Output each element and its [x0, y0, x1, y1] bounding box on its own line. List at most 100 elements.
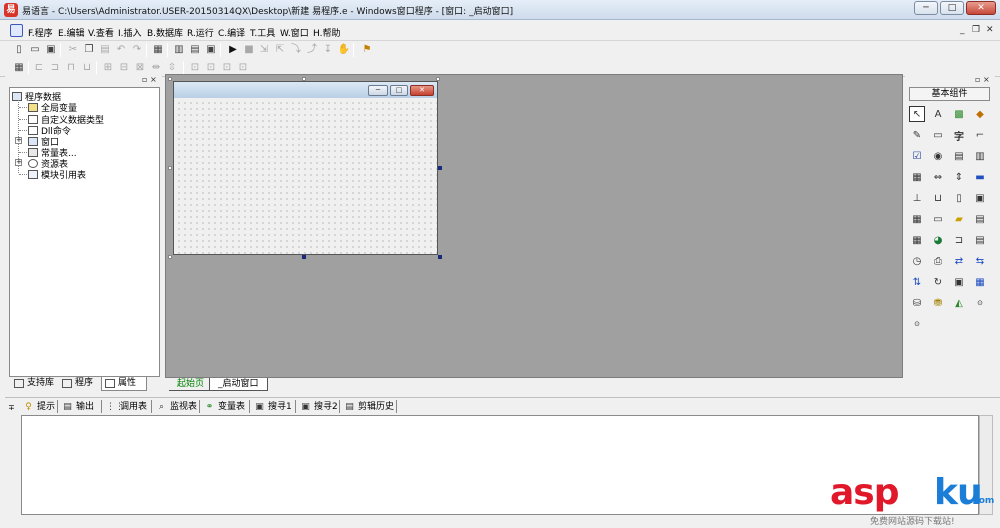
tab-start-page[interactable]: 起始页 — [169, 378, 213, 391]
same-width-icon[interactable]: ⊞ — [101, 61, 115, 75]
dir-icon[interactable]: ▤ — [972, 211, 988, 227]
hand-icon[interactable]: ✋ — [337, 43, 351, 57]
step-5-icon[interactable]: ↧ — [321, 43, 335, 57]
image-list-icon[interactable]: ▣ — [972, 190, 988, 206]
resize-handle[interactable] — [438, 255, 442, 259]
layout-3-icon[interactable]: ▣ — [204, 43, 218, 57]
tab-startup-window[interactable]: _启动窗口 — [209, 378, 268, 391]
resize-handle[interactable] — [168, 77, 172, 81]
form-client-area[interactable] — [174, 98, 437, 254]
rect-icon[interactable]: ▭ — [930, 211, 946, 227]
stop-icon[interactable]: ■ — [242, 43, 256, 57]
same-height-icon[interactable]: ⊟ — [117, 61, 131, 75]
menu-edit[interactable]: E.编辑 — [58, 26, 85, 39]
progress-icon[interactable]: ▬ — [972, 169, 988, 185]
startup-window-form[interactable]: ─ □ ✕ — [173, 81, 438, 255]
form-icon[interactable]: ▦ — [972, 274, 988, 290]
maximize-button[interactable]: □ — [940, 1, 964, 15]
mdi-close-button[interactable]: ✕ — [986, 25, 994, 35]
tab-watch[interactable]: ⌕ 监视表 — [156, 400, 197, 414]
h-space-icon[interactable]: ⇹ — [149, 61, 163, 75]
expand-resource-icon[interactable]: + — [15, 159, 22, 166]
menu-tools[interactable]: T.工具 — [250, 26, 275, 39]
text-icon[interactable]: 字 — [951, 127, 967, 143]
step-3-icon[interactable]: ⤵ — [289, 43, 303, 57]
data-nav-icon[interactable]: ⇄ — [951, 253, 967, 269]
mdi-minimize-button[interactable]: _ — [960, 25, 965, 35]
mdi-restore-button[interactable]: ❐ — [972, 25, 980, 35]
grid-toggle-icon[interactable]: ▦ — [12, 61, 26, 75]
find-icon[interactable]: ▦ — [151, 43, 165, 57]
edit-icon[interactable]: ✎ — [909, 127, 925, 143]
center-h-icon[interactable]: ⊡ — [188, 61, 202, 75]
calendar-icon[interactable]: ▦ — [909, 232, 925, 248]
slider-icon[interactable]: ⊔ — [930, 190, 946, 206]
form-maximize-button[interactable]: □ — [390, 85, 408, 96]
close-button[interactable]: ✕ — [966, 1, 996, 15]
odbc-icon[interactable]: ⊙ — [972, 295, 988, 311]
menu-program[interactable]: F.程序 — [28, 26, 53, 39]
resize-handle[interactable] — [168, 166, 172, 170]
db-provider-icon[interactable]: ⇅ — [909, 274, 925, 290]
timer-icon[interactable]: ◷ — [909, 253, 925, 269]
menu-insert[interactable]: I.插入 — [118, 26, 142, 39]
save-icon[interactable]: ▣ — [44, 43, 58, 57]
step-2-icon[interactable]: ⇱ — [273, 43, 287, 57]
debug-icon[interactable]: ⚑ — [360, 43, 374, 57]
form-close-button[interactable]: ✕ — [410, 85, 434, 96]
basic-components-button[interactable]: 基本组件 — [909, 87, 990, 101]
menu-window[interactable]: W.窗口 — [280, 26, 309, 39]
same-size-icon[interactable]: ⊠ — [133, 61, 147, 75]
tab-program[interactable]: 程序 — [59, 377, 93, 391]
paste-icon[interactable]: ▤ — [98, 43, 112, 57]
combobox-icon[interactable]: ▥ — [972, 148, 988, 164]
cut-icon[interactable]: ✂ — [66, 43, 80, 57]
left-panel-controls[interactable]: ▫ × — [142, 75, 157, 84]
right-panel-controls[interactable]: ▫ × — [975, 75, 990, 84]
new-file-icon[interactable]: ▯ — [12, 43, 26, 57]
line-icon[interactable]: ⊥ — [909, 190, 925, 206]
form-minimize-button[interactable]: ─ — [368, 85, 388, 96]
table-icon[interactable]: ▦ — [909, 211, 925, 227]
web-icon[interactable]: ◕ — [930, 232, 946, 248]
tab-hint[interactable]: ♀ 提示 — [23, 400, 55, 414]
open-file-icon[interactable]: ▭ — [28, 43, 42, 57]
menu-run[interactable]: R.运行 — [187, 26, 214, 39]
file-icon[interactable]: ▣ — [951, 274, 967, 290]
align-left-icon[interactable]: ⊏ — [32, 61, 46, 75]
printer-icon[interactable]: ⎙ — [930, 253, 946, 269]
app-logo-icon[interactable]: 易 — [4, 3, 18, 17]
redo-icon[interactable]: ↷ — [130, 43, 144, 57]
align-center-icon[interactable]: ⊐ — [48, 61, 62, 75]
grid-icon[interactable]: ▦ — [909, 169, 925, 185]
tab-properties[interactable]: 属性 — [101, 377, 147, 391]
center-v-icon[interactable]: ⊡ — [204, 61, 218, 75]
menu-help[interactable]: H.帮助 — [313, 26, 340, 39]
tab-clip-history[interactable]: ▤ 剪辑历史 — [344, 400, 394, 414]
odbc-db-icon[interactable]: ⛁ — [909, 295, 925, 311]
align-right-icon[interactable]: ⊓ — [64, 61, 78, 75]
expand-window-icon[interactable]: + — [15, 137, 22, 144]
odbc-table-icon[interactable]: ⊙ — [909, 316, 925, 332]
tab-support-library[interactable]: 支持库 — [11, 377, 54, 391]
frame-icon[interactable]: ⌐ — [972, 127, 988, 143]
minimize-button[interactable]: ─ — [914, 1, 938, 15]
tab-call-table[interactable]: ⋮⋮ 调用表 — [106, 400, 147, 414]
tab-search1[interactable]: ▣ 搜寻1 — [254, 400, 292, 414]
shape-icon[interactable]: ◆ — [972, 106, 988, 122]
checkbox-icon[interactable]: ☑ — [909, 148, 925, 164]
data-link-icon[interactable]: ⇆ — [972, 253, 988, 269]
run-icon[interactable]: ▶ — [226, 43, 240, 57]
hscroll-icon[interactable]: ⇔ — [930, 169, 946, 185]
chart-icon[interactable]: ◭ — [951, 295, 967, 311]
odbc-link-icon[interactable]: ⛃ — [930, 295, 946, 311]
listbox-icon[interactable]: ▤ — [951, 148, 967, 164]
align-top-icon[interactable]: ⊔ — [80, 61, 94, 75]
v-space-icon[interactable]: ⇳ — [165, 61, 179, 75]
resize-handle[interactable] — [302, 255, 306, 259]
tab-icon[interactable]: ▯ — [951, 190, 967, 206]
copy-icon[interactable]: ❐ — [82, 43, 96, 57]
center-both-icon[interactable]: ⊡ — [220, 61, 234, 75]
undo-icon[interactable]: ↶ — [114, 43, 128, 57]
menu-database[interactable]: B.数据库 — [147, 26, 183, 39]
